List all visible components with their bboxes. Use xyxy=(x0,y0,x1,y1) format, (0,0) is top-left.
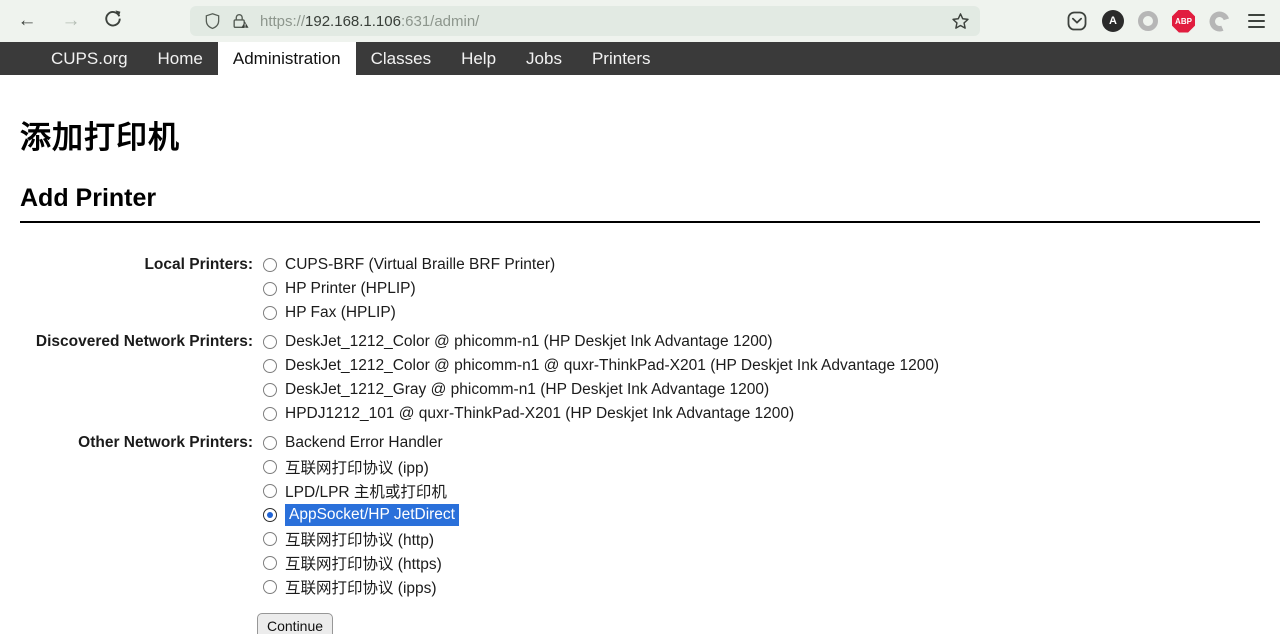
radio-option-label[interactable]: Backend Error Handler xyxy=(285,434,443,452)
radio-option-label[interactable]: HPDJ1212_101 @ quxr-ThinkPad-X201 (HP De… xyxy=(285,405,794,423)
radio-option[interactable]: 互联网打印协议 (ipps) xyxy=(263,575,939,599)
shield-icon[interactable] xyxy=(204,12,221,30)
radio-icon[interactable] xyxy=(263,407,277,421)
radio-option[interactable]: 互联网打印协议 (http) xyxy=(263,527,939,551)
page-title-en: Add Printer xyxy=(20,184,1260,223)
radio-option-label[interactable]: AppSocket/HP JetDirect xyxy=(285,504,459,526)
radio-icon[interactable] xyxy=(263,258,277,272)
radio-option[interactable]: 互联网打印协议 (https) xyxy=(263,551,939,575)
nav-item-administration[interactable]: Administration xyxy=(218,42,356,75)
printer-form-body: Local Printers:CUPS-BRF (Virtual Braille… xyxy=(20,253,939,604)
radio-option-label[interactable]: CUPS-BRF (Virtual Braille BRF Printer) xyxy=(285,256,555,274)
radio-icon[interactable] xyxy=(263,484,277,498)
nav-item-jobs[interactable]: Jobs xyxy=(511,42,577,75)
browser-toolbar: ← → https://192.168.1.106:631/admin/ xyxy=(0,0,1280,42)
radio-selected-icon[interactable] xyxy=(263,508,277,522)
continue-button[interactable]: Continue xyxy=(257,613,333,634)
radio-option-label[interactable]: 互联网打印协议 (ipps) xyxy=(285,576,437,598)
radio-option-label[interactable]: LPD/LPR 主机或打印机 xyxy=(285,480,447,502)
url-path: :631/admin/ xyxy=(401,13,479,30)
pocket-icon[interactable] xyxy=(1066,10,1088,32)
radio-option-label[interactable]: 互联网打印协议 (http) xyxy=(285,528,434,550)
menu-icon[interactable] xyxy=(1248,14,1265,28)
cups-nav: CUPS.orgHomeAdministrationClassesHelpJob… xyxy=(0,42,1280,75)
a-extension-icon[interactable]: A xyxy=(1102,10,1124,32)
url-text[interactable]: https://192.168.1.106:631/admin/ xyxy=(260,13,479,30)
extension-swirl-icon[interactable] xyxy=(1209,11,1230,32)
page-content: 添加打印机 Add Printer Local Printers:CUPS-BR… xyxy=(0,112,1280,634)
radio-option[interactable]: CUPS-BRF (Virtual Braille BRF Printer) xyxy=(263,253,939,277)
radio-icon[interactable] xyxy=(263,335,277,349)
radio-icon[interactable] xyxy=(263,282,277,296)
radio-option[interactable]: DeskJet_1212_Gray @ phicomm-n1 (HP Deskj… xyxy=(263,378,939,402)
radio-option[interactable]: DeskJet_1212_Color @ phicomm-n1 @ quxr-T… xyxy=(263,354,939,378)
group-options: CUPS-BRF (Virtual Braille BRF Printer) HP… xyxy=(263,253,939,330)
radio-option[interactable]: HPDJ1212_101 @ quxr-ThinkPad-X201 (HP De… xyxy=(263,402,939,426)
radio-option[interactable]: HP Fax (HPLIP) xyxy=(263,301,939,325)
radio-icon[interactable] xyxy=(263,306,277,320)
radio-option[interactable]: 互联网打印协议 (ipp) xyxy=(263,455,939,479)
radio-icon[interactable] xyxy=(263,580,277,594)
radio-icon[interactable] xyxy=(263,532,277,546)
radio-option-label[interactable]: HP Fax (HPLIP) xyxy=(285,304,396,322)
printer-form-table: Local Printers:CUPS-BRF (Virtual Braille… xyxy=(20,253,939,604)
lock-warning-icon[interactable] xyxy=(231,12,250,30)
form-group-row: Other Network Printers:Backend Error Han… xyxy=(20,431,939,604)
radio-option[interactable]: DeskJet_1212_Color @ phicomm-n1 (HP Desk… xyxy=(263,330,939,354)
url-scheme: https:// xyxy=(260,13,305,30)
radio-option-label[interactable]: 互联网打印协议 (ipp) xyxy=(285,456,429,478)
nav-item-help[interactable]: Help xyxy=(446,42,511,75)
group-label: Discovered Network Printers: xyxy=(20,330,263,431)
nav-item-printers[interactable]: Printers xyxy=(577,42,666,75)
nav-item-classes[interactable]: Classes xyxy=(356,42,446,75)
extension-icons: A ABP xyxy=(1066,10,1265,33)
radio-option[interactable]: LPD/LPR 主机或打印机 xyxy=(263,479,939,503)
radio-icon[interactable] xyxy=(263,359,277,373)
radio-option-label[interactable]: 互联网打印协议 (https) xyxy=(285,552,442,574)
bookmark-star-icon[interactable] xyxy=(951,12,970,31)
form-group-row: Discovered Network Printers: DeskJet_1212… xyxy=(20,330,939,431)
reload-button[interactable] xyxy=(104,9,126,33)
group-label: Local Printers: xyxy=(20,253,263,330)
group-options: DeskJet_1212_Color @ phicomm-n1 (HP Desk… xyxy=(263,330,939,431)
adblock-plus-icon[interactable]: ABP xyxy=(1172,10,1195,33)
radio-option[interactable]: AppSocket/HP JetDirect xyxy=(263,503,939,527)
nav-item-home[interactable]: Home xyxy=(143,42,218,75)
browser-nav-buttons: ← → xyxy=(0,9,126,33)
page-title-zh: 添加打印机 xyxy=(20,112,1260,157)
form-group-row: Local Printers:CUPS-BRF (Virtual Braille… xyxy=(20,253,939,330)
radio-option-label[interactable]: DeskJet_1212_Color @ phicomm-n1 @ quxr-T… xyxy=(285,357,939,375)
radio-option-label[interactable]: DeskJet_1212_Color @ phicomm-n1 (HP Desk… xyxy=(285,333,773,351)
back-button[interactable]: ← xyxy=(16,9,38,33)
radio-option-label[interactable]: DeskJet_1212_Gray @ phicomm-n1 (HP Deskj… xyxy=(285,381,769,399)
url-bar[interactable]: https://192.168.1.106:631/admin/ xyxy=(190,6,980,36)
extension-ring-icon[interactable] xyxy=(1138,11,1158,31)
reload-icon xyxy=(104,9,122,27)
radio-icon[interactable] xyxy=(263,460,277,474)
nav-item-cups-org[interactable]: CUPS.org xyxy=(36,42,143,75)
radio-option-label[interactable]: HP Printer (HPLIP) xyxy=(285,280,416,298)
forward-button[interactable]: → xyxy=(60,9,82,33)
radio-option[interactable]: Backend Error Handler xyxy=(263,431,939,455)
radio-option[interactable]: HP Printer (HPLIP) xyxy=(263,277,939,301)
group-options: Backend Error Handler 互联网打印协议 (ipp)LPD/LP… xyxy=(263,431,939,604)
radio-icon[interactable] xyxy=(263,436,277,450)
radio-icon[interactable] xyxy=(263,383,277,397)
url-host: 192.168.1.106 xyxy=(305,13,401,30)
group-label: Other Network Printers: xyxy=(20,431,263,604)
radio-icon[interactable] xyxy=(263,556,277,570)
